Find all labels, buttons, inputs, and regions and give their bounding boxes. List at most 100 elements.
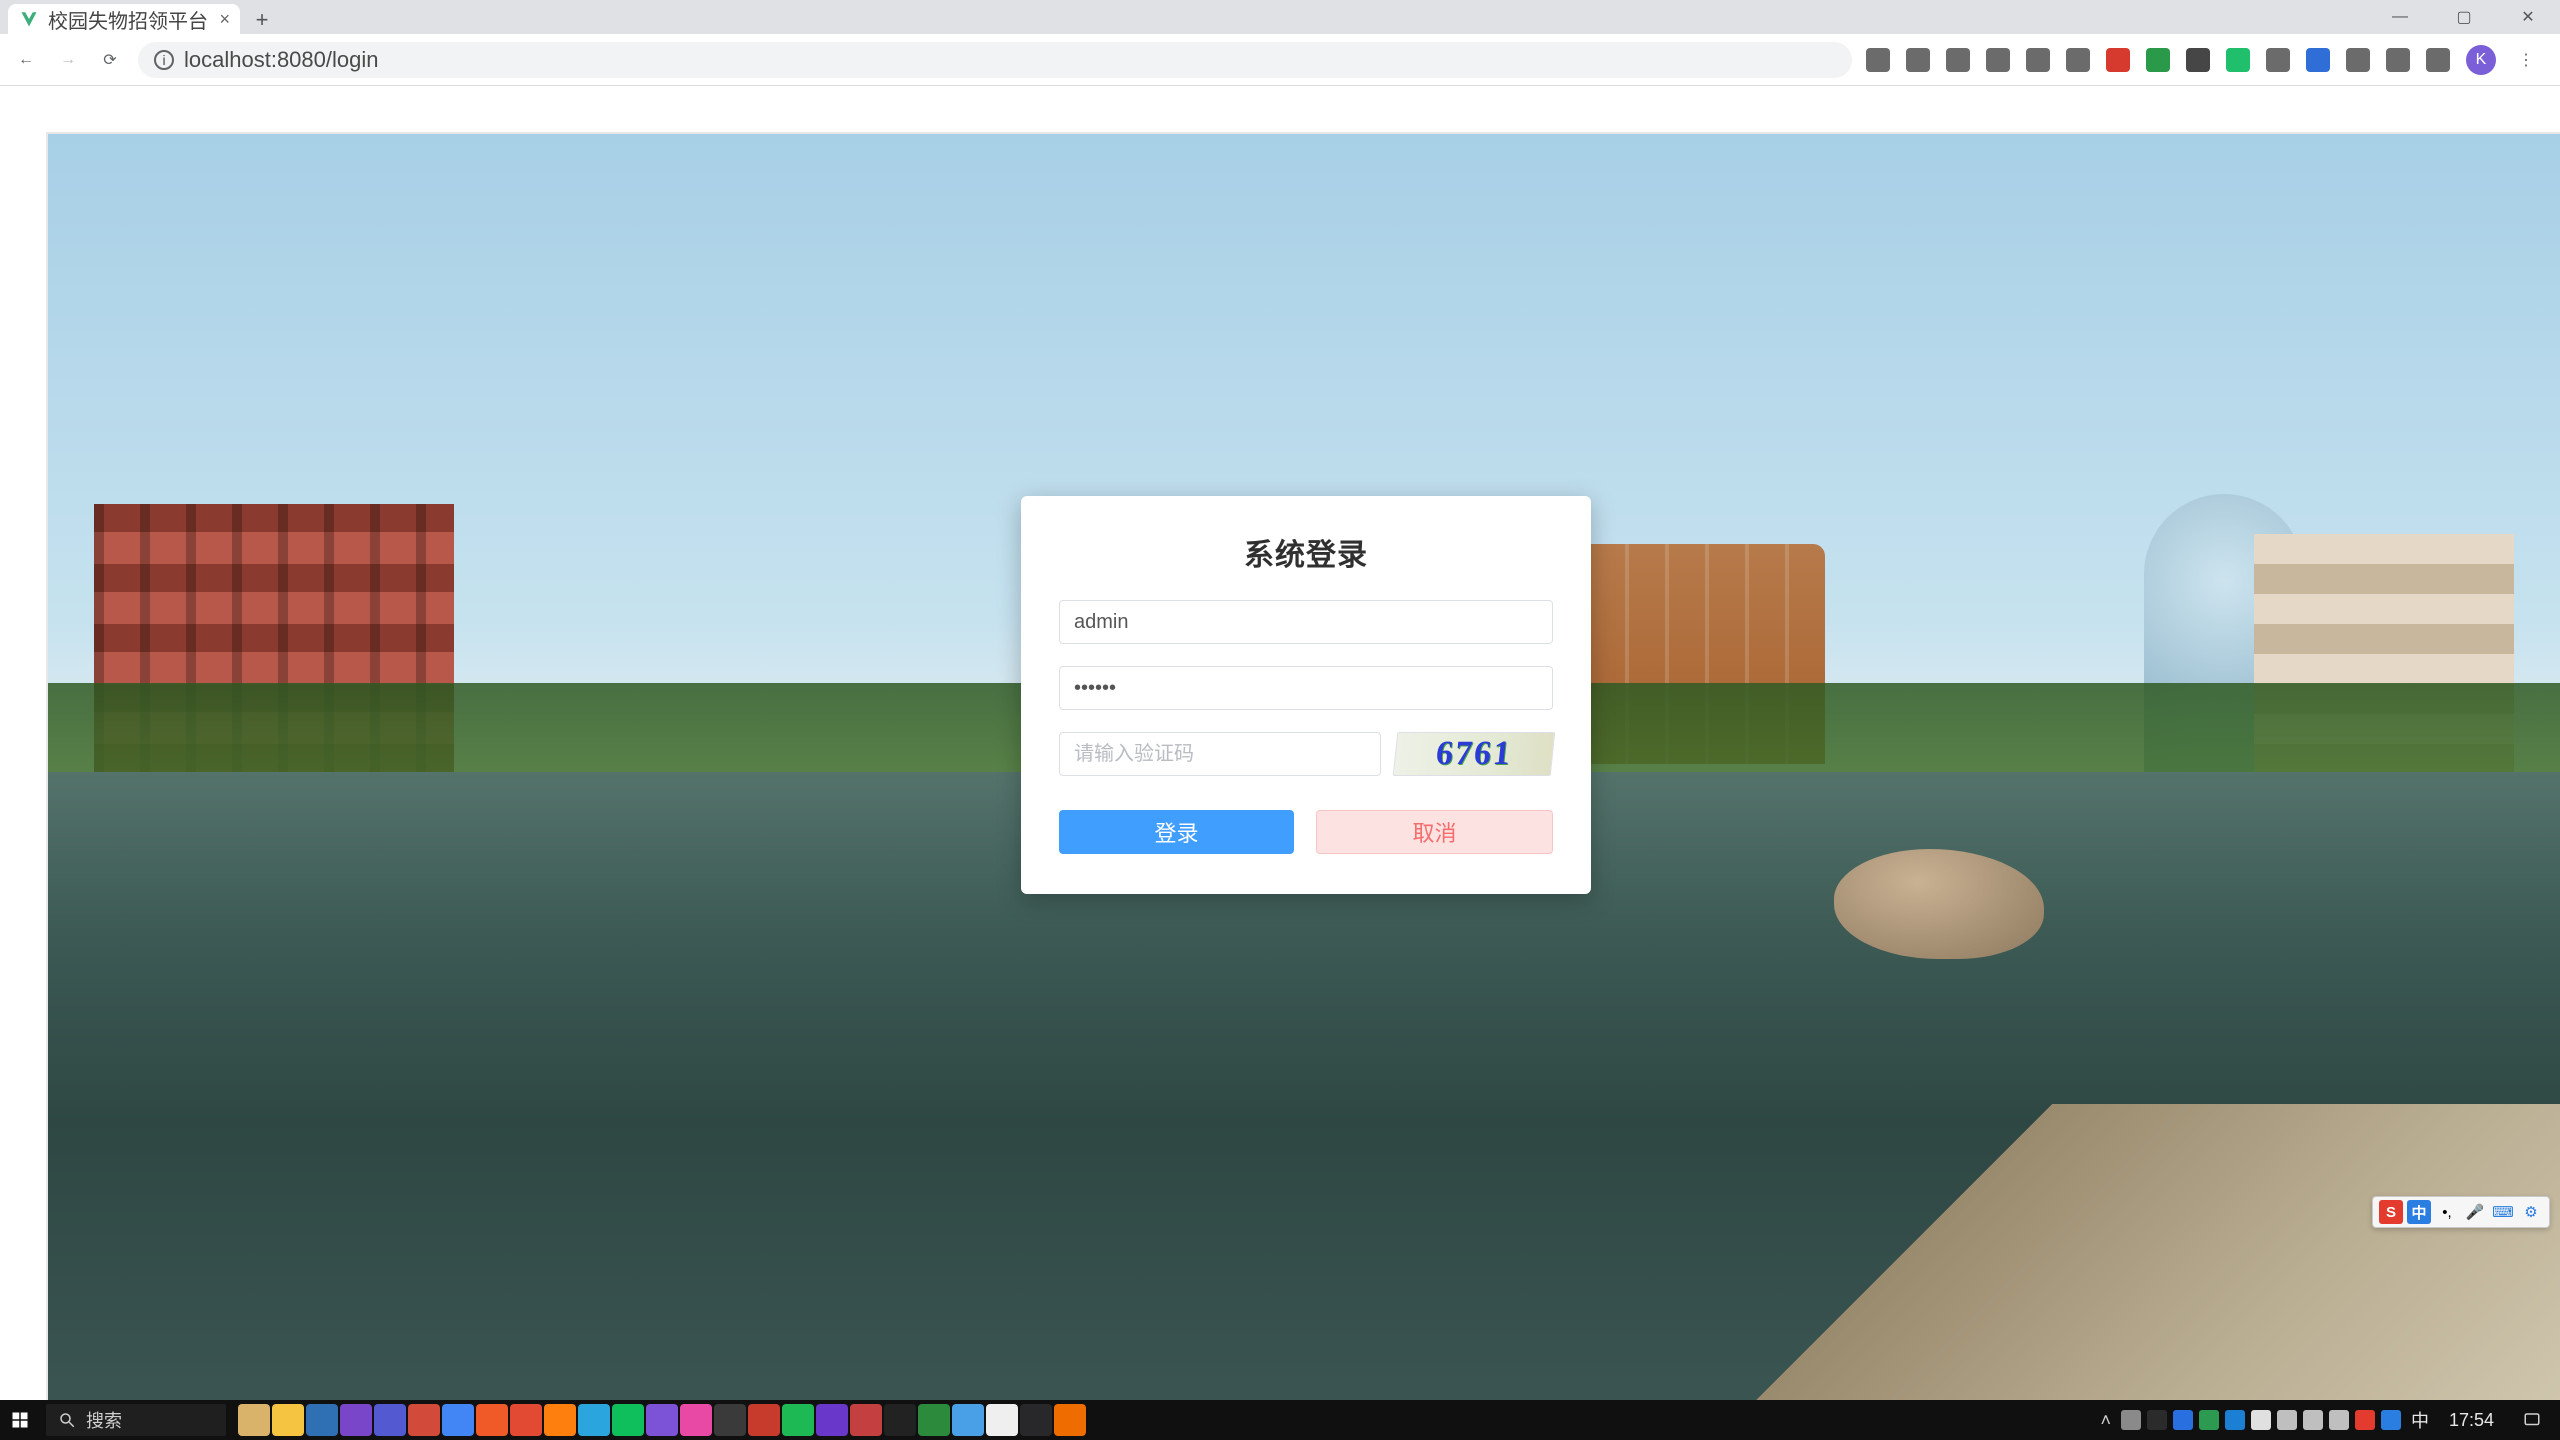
title-bar: 校园失物招领平台 × + — ▢ ✕ [0, 0, 2560, 34]
captcha-image[interactable]: 6761 [1393, 732, 1556, 776]
taskbar-app-icon[interactable] [612, 1404, 644, 1436]
extension-icon[interactable] [2106, 48, 2130, 72]
extension-icon[interactable] [2066, 48, 2090, 72]
taskbar-app-icon[interactable] [782, 1404, 814, 1436]
tray-icon[interactable] [2199, 1410, 2219, 1430]
nav-back-button[interactable]: ← [12, 46, 40, 74]
nav-forward-button[interactable]: → [54, 46, 82, 74]
taskbar-app-icon[interactable] [340, 1404, 372, 1436]
captcha-row: 6761 [1059, 732, 1553, 776]
system-tray: ˄ 中 17:54 [2090, 1400, 2560, 1440]
password-input[interactable] [1059, 666, 1553, 710]
taskbar-apps [238, 1404, 1086, 1436]
taskbar-app-icon[interactable] [714, 1404, 746, 1436]
window-controls: — ▢ ✕ [2368, 0, 2560, 34]
taskbar-app-icon[interactable] [952, 1404, 984, 1436]
extension-row: K ⋮ [1866, 45, 2548, 75]
ime-lang-toggle[interactable]: 中 [2407, 1200, 2431, 1224]
taskbar-app-icon[interactable] [306, 1404, 338, 1436]
profile-avatar[interactable]: K [2466, 45, 2496, 75]
tray-ime-indicator[interactable]: 中 [2411, 1407, 2429, 1433]
taskbar-app-icon[interactable] [748, 1404, 780, 1436]
taskbar-app-icon[interactable] [578, 1404, 610, 1436]
window-maximize-button[interactable]: ▢ [2432, 0, 2496, 34]
taskbar-app-icon[interactable] [374, 1404, 406, 1436]
vue-favicon-icon [20, 10, 38, 28]
ime-keyboard-icon[interactable]: ⌨ [2491, 1200, 2515, 1224]
page-background: 系统登录 6761 登录 取消 [46, 132, 2560, 1400]
extension-icon[interactable] [2186, 48, 2210, 72]
tab-close-icon[interactable]: × [219, 9, 230, 30]
tray-icon[interactable] [2225, 1410, 2245, 1430]
tray-icon[interactable] [2121, 1410, 2141, 1430]
ime-punct-icon[interactable]: •, [2435, 1200, 2459, 1224]
page-viewport[interactable]: 系统登录 6761 登录 取消 S 中 •, 🎤 ⌨ ⚙ [0, 86, 2560, 1400]
browser-toolbar: ← → ⟳ i localhost:8080/login K ⋮ [0, 34, 2560, 86]
window-close-button[interactable]: ✕ [2496, 0, 2560, 34]
browser-menu-icon[interactable]: ⋮ [2512, 46, 2540, 74]
tray-icon[interactable] [2381, 1410, 2401, 1430]
taskbar-app-icon[interactable] [442, 1404, 474, 1436]
taskbar-app-icon[interactable] [510, 1404, 542, 1436]
taskbar-app-icon[interactable] [918, 1404, 950, 1436]
ime-floating-bar[interactable]: S 中 •, 🎤 ⌨ ⚙ [2372, 1196, 2550, 1228]
extension-icon[interactable] [1906, 48, 1930, 72]
tray-icon[interactable] [2251, 1410, 2271, 1430]
taskbar-search-placeholder: 搜索 [86, 1407, 122, 1433]
tray-icon[interactable] [2329, 1410, 2349, 1430]
search-icon [58, 1411, 76, 1429]
captcha-input[interactable] [1059, 732, 1381, 776]
tray-icon[interactable] [2303, 1410, 2323, 1430]
ime-logo-icon[interactable]: S [2379, 1200, 2403, 1224]
tray-icon[interactable] [2277, 1410, 2297, 1430]
login-button[interactable]: 登录 [1059, 810, 1294, 854]
tray-icon[interactable] [2173, 1410, 2193, 1430]
taskbar-app-icon[interactable] [272, 1404, 304, 1436]
taskbar-app-icon[interactable] [544, 1404, 576, 1436]
taskbar-clock[interactable]: 17:54 [2439, 1410, 2504, 1431]
browser-tab[interactable]: 校园失物招领平台 × [8, 4, 240, 34]
address-bar[interactable]: i localhost:8080/login [138, 42, 1852, 78]
taskbar-app-icon[interactable] [986, 1404, 1018, 1436]
taskbar-app-icon[interactable] [816, 1404, 848, 1436]
extension-icon[interactable] [2026, 48, 2050, 72]
extension-icon[interactable] [1866, 48, 1890, 72]
ime-settings-icon[interactable]: ⚙ [2519, 1200, 2543, 1224]
start-button[interactable] [0, 1400, 40, 1440]
extension-icon[interactable] [2146, 48, 2170, 72]
button-row: 登录 取消 [1059, 810, 1553, 854]
taskbar: 搜索 ˄ 中 17:54 [0, 1400, 2560, 1440]
taskbar-app-icon[interactable] [408, 1404, 440, 1436]
tab-title: 校园失物招领平台 [48, 5, 208, 34]
taskbar-app-icon[interactable] [850, 1404, 882, 1436]
sidepanel-icon[interactable] [2426, 48, 2450, 72]
extension-icon[interactable] [2306, 48, 2330, 72]
windows-logo-icon [11, 1411, 29, 1429]
notification-center-icon[interactable] [2514, 1400, 2550, 1440]
extensions-menu-icon[interactable] [2346, 48, 2370, 72]
taskbar-app-icon[interactable] [884, 1404, 916, 1436]
username-input[interactable] [1059, 600, 1553, 644]
taskbar-app-icon[interactable] [238, 1404, 270, 1436]
tray-chevron-icon[interactable]: ˄ [2100, 1410, 2111, 1431]
tray-icon[interactable] [2147, 1410, 2167, 1430]
taskbar-search[interactable]: 搜索 [46, 1404, 226, 1436]
taskbar-app-icon[interactable] [1054, 1404, 1086, 1436]
extension-icon[interactable] [1946, 48, 1970, 72]
tray-icon[interactable] [2355, 1410, 2375, 1430]
taskbar-app-icon[interactable] [646, 1404, 678, 1436]
ime-voice-icon[interactable]: 🎤 [2463, 1200, 2487, 1224]
extension-icon[interactable] [2226, 48, 2250, 72]
taskbar-app-icon[interactable] [680, 1404, 712, 1436]
window-minimize-button[interactable]: — [2368, 0, 2432, 34]
extension-icon[interactable] [2266, 48, 2290, 72]
cancel-button[interactable]: 取消 [1316, 810, 1553, 854]
extension-icon[interactable] [1986, 48, 2010, 72]
taskbar-app-icon[interactable] [476, 1404, 508, 1436]
nav-reload-button[interactable]: ⟳ [96, 46, 124, 74]
address-text: localhost:8080/login [184, 47, 378, 73]
site-info-icon[interactable]: i [154, 50, 174, 70]
download-icon[interactable] [2386, 48, 2410, 72]
new-tab-button[interactable]: + [248, 6, 276, 34]
taskbar-app-icon[interactable] [1020, 1404, 1052, 1436]
